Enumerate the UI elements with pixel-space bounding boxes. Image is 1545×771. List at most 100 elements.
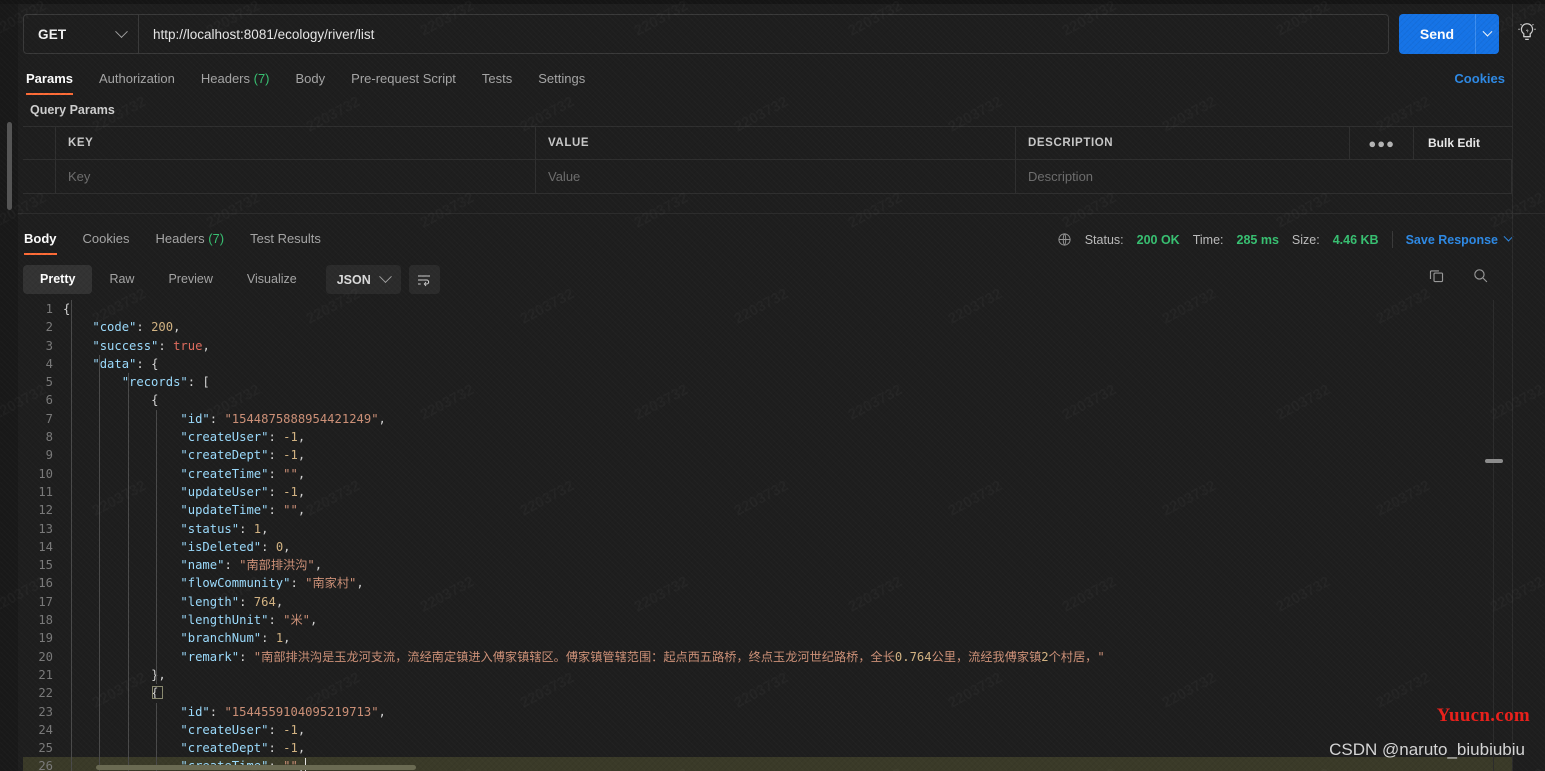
token-s: 个村居，" [1048, 649, 1105, 664]
param-value-input[interactable]: Value [536, 160, 1016, 193]
view-mode-preview[interactable]: Preview [151, 265, 229, 294]
token-p: : [268, 484, 284, 499]
response-format-select[interactable]: JSON [325, 265, 401, 294]
code-line: 7 "id": "1544875888954421249", [23, 410, 1512, 428]
site-watermark: Yuucn.com [1436, 705, 1530, 726]
tab-label: Settings [538, 71, 586, 86]
view-mode-pretty[interactable]: Pretty [23, 265, 93, 294]
code-horizontal-scrollbar-thumb[interactable] [1485, 459, 1503, 463]
token-p: , [275, 594, 284, 609]
query-params-table: KEY VALUE DESCRIPTION ●●● Bulk Edit Key … [23, 126, 1512, 194]
request-tabs: Params Authorization Headers (7) Body Pre-re… [0, 62, 1545, 95]
response-tab-headers[interactable]: Headers (7) [155, 231, 224, 255]
token-p: , [378, 411, 386, 426]
line-content: "lengthUnit": "米", [63, 611, 1512, 629]
tab-tests[interactable]: Tests [482, 71, 512, 95]
param-description-input[interactable]: Description [1016, 160, 1512, 193]
bulk-edit-button[interactable]: Bulk Edit [1414, 136, 1494, 150]
token-p: : [239, 649, 254, 664]
more-options-icon[interactable]: ●●● [1350, 127, 1414, 159]
code-line: 18 "lengthUnit": "米", [23, 611, 1512, 629]
tab-pre-request-script[interactable]: Pre-request Script [351, 71, 456, 95]
params-vertical-scrollbar[interactable] [7, 122, 12, 210]
token-s: "南部排洪沟是玉龙河支流，流经南定镇进入傅家镇辖区。傅家镇管辖范围： [253, 649, 664, 664]
view-mode-raw[interactable]: Raw [92, 265, 151, 294]
tab-headers[interactable]: Headers (7) [201, 71, 270, 95]
response-tab-body[interactable]: Body [24, 231, 57, 255]
code-fold-marker[interactable] [152, 686, 163, 700]
token-p: : [209, 704, 225, 719]
response-actions [1428, 267, 1489, 284]
tab-count-badge: (7) [204, 231, 225, 246]
line-content: "flowCommunity": "南家村", [63, 574, 1512, 592]
time-label: Time: [1192, 232, 1224, 247]
response-tab-cookies[interactable]: Cookies [83, 231, 130, 255]
code-bottom-scrollbar-thumb[interactable] [96, 765, 416, 770]
divider [1391, 231, 1393, 248]
token-p: : [ [187, 375, 210, 390]
save-response-button[interactable]: Save Response [1406, 231, 1514, 247]
tab-authorization[interactable]: Authorization [99, 71, 175, 95]
copy-icon[interactable] [1428, 267, 1445, 284]
response-tab-test-results[interactable]: Test Results [250, 231, 321, 255]
line-content: "updateTime": "", [63, 501, 1512, 519]
token-k: "flowCommunity" [180, 576, 291, 591]
line-number: 4 [45, 356, 53, 371]
send-options-button[interactable] [1475, 14, 1499, 54]
token-p: { [151, 393, 159, 408]
token-k: "code" [92, 320, 137, 335]
line-number: 20 [38, 649, 53, 664]
search-icon[interactable] [1472, 267, 1489, 284]
code-line: 3 "success": true, [23, 337, 1512, 355]
wrap-lines-button[interactable] [408, 265, 440, 294]
cookies-link[interactable]: Cookies [1454, 71, 1505, 86]
tab-label: Headers [155, 231, 205, 246]
token-n: 764 [253, 594, 276, 609]
line-number: 25 [38, 741, 53, 756]
code-line: 8 "createUser": -1, [23, 428, 1512, 446]
token-p: , [283, 631, 291, 646]
token-p: : [268, 613, 284, 628]
row-checkbox-cell[interactable] [23, 160, 56, 193]
line-content: { [63, 300, 1512, 318]
line-content: "isDeleted": 0, [63, 538, 1512, 556]
token-s: "" [283, 466, 298, 481]
token-p: , [314, 558, 323, 573]
indent-guide [128, 373, 129, 771]
token-p: , [297, 741, 306, 756]
send-button-group: Send [1399, 14, 1499, 54]
tab-label: Body [24, 231, 57, 246]
tab-body[interactable]: Body [296, 71, 326, 95]
token-p: : [224, 558, 240, 573]
view-mode-visualize[interactable]: Visualize [230, 265, 314, 294]
right-rail-divider-b [1512, 300, 1513, 771]
line-content: "createUser": -1, [63, 428, 1512, 446]
tab-params[interactable]: Params [26, 71, 73, 95]
tab-label: Authorization [98, 71, 175, 86]
tab-label: Body [295, 71, 326, 86]
token-p: : [268, 466, 284, 481]
select-all-checkbox-cell[interactable] [23, 127, 56, 159]
token-k: "records" [121, 375, 188, 390]
response-tabs: Body Cookies Headers (7) Test Results Statu… [0, 224, 1545, 255]
url-input[interactable]: http://localhost:8081/ecology/river/list [139, 15, 1388, 53]
token-k: "createDept" [180, 741, 269, 756]
token-p: : [209, 411, 225, 426]
line-content: { [63, 391, 1512, 409]
response-body-viewer[interactable]: 1{2 "code": 200, 3 "success": true, 4 "dat… [23, 300, 1512, 771]
token-k: "updateTime" [180, 503, 269, 518]
line-content: "name": "南部排洪沟", [63, 556, 1512, 574]
param-key-input[interactable]: Key [56, 160, 536, 193]
token-s: 公里，流经我傅家镇 [931, 649, 1042, 664]
line-content: "success": true, [63, 337, 1512, 355]
lightbulb-icon[interactable] [1516, 21, 1538, 43]
line-number: 5 [45, 375, 53, 390]
token-k: "isDeleted" [180, 539, 262, 554]
tab-settings[interactable]: Settings [538, 71, 585, 95]
status-value: 200 OK [1136, 232, 1180, 247]
http-method-select[interactable]: GET [24, 15, 139, 53]
token-p: , [378, 704, 386, 719]
tab-label: Tests [481, 71, 513, 86]
send-button[interactable]: Send [1399, 14, 1475, 54]
line-number: 8 [45, 430, 53, 445]
